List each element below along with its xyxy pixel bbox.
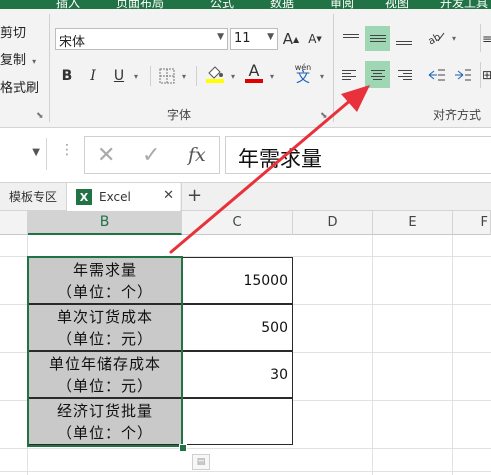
annotation-arrow — [169, 85, 370, 254]
